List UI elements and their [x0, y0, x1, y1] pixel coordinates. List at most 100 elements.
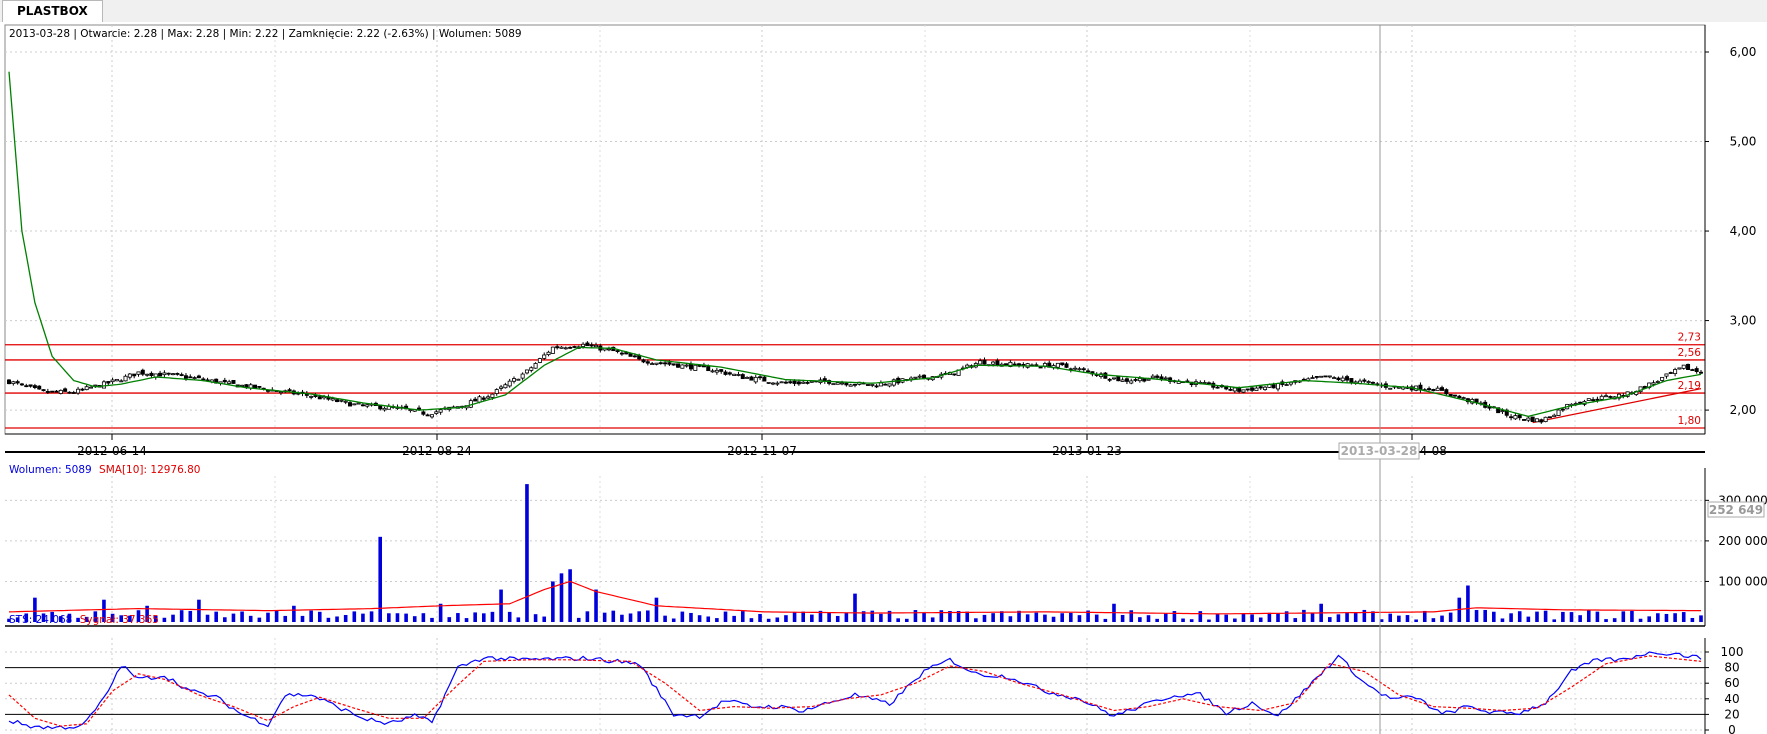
price-tick-label: 4,00	[1730, 224, 1757, 238]
volume-bar	[179, 610, 184, 622]
crosshair-date-label: 2013-03-28	[1341, 444, 1418, 458]
level-label: 1,80	[1678, 415, 1701, 427]
volume-bar	[1060, 613, 1064, 622]
candle-body	[1345, 376, 1350, 381]
volume-bar	[896, 618, 900, 622]
candle-body	[481, 397, 486, 400]
candle-body	[486, 396, 491, 399]
candle-body	[658, 362, 663, 365]
candle-body	[537, 358, 542, 363]
volume-label: Wolumen: 5089	[9, 464, 92, 476]
candle-body	[45, 391, 50, 393]
date-axis: 2012-06-142012-08-242012-11-072013-01-23…	[5, 433, 1705, 458]
tab-plastbox[interactable]: PLASTBOX	[2, 0, 103, 22]
volume-bar	[1250, 614, 1254, 622]
candle-body	[684, 364, 689, 367]
candle-body	[24, 385, 29, 388]
candle-body	[240, 384, 245, 387]
volume-bar	[1561, 611, 1565, 622]
volume-bar	[1535, 611, 1539, 622]
candle-body	[1578, 401, 1583, 404]
candle-body	[710, 370, 715, 373]
candle-body	[1664, 373, 1669, 377]
candle-body	[382, 407, 387, 411]
candle-body	[788, 381, 793, 384]
volume-bar	[1025, 614, 1030, 622]
candle-body	[745, 377, 750, 379]
candle-body	[1081, 368, 1086, 371]
candle-body	[1440, 387, 1445, 391]
candle-body	[1086, 370, 1091, 373]
candle-body	[58, 389, 63, 394]
candle-body	[1124, 378, 1129, 382]
candle-body	[581, 343, 586, 347]
volume-bar	[1241, 613, 1246, 622]
candle-body	[1686, 363, 1691, 371]
candle-body	[1129, 380, 1134, 384]
candle-body	[1673, 369, 1678, 375]
volume-bar	[1224, 614, 1229, 622]
candle-body	[140, 369, 145, 375]
volume-bar	[1638, 618, 1643, 622]
volume-bar	[982, 614, 987, 622]
volume-bar	[1414, 619, 1418, 622]
candle-body	[546, 351, 551, 356]
candle-body	[1077, 368, 1082, 371]
volume-bar	[1621, 611, 1626, 622]
candle-body	[101, 381, 106, 389]
candle-body	[80, 388, 85, 391]
candle-body	[1560, 408, 1565, 411]
candle-body	[1677, 367, 1682, 370]
stock-chart[interactable]: 2,73 2,56 2,19 1,80 6,00 5,00 4,00 3,00 2,00 20…	[0, 22, 1767, 734]
volume-bar	[879, 613, 883, 622]
candle-body	[365, 404, 370, 407]
volume-bar	[1448, 612, 1453, 622]
candle-body	[132, 373, 137, 377]
volume-bar	[792, 612, 797, 622]
candle-body	[1314, 376, 1319, 378]
volume-bar	[646, 610, 650, 622]
candle-body	[619, 352, 624, 355]
candle-body	[952, 373, 957, 376]
candle-body	[503, 384, 508, 389]
candle-body	[222, 379, 227, 383]
candle-body	[1431, 389, 1436, 392]
candle-body	[524, 369, 529, 374]
volume-bar	[473, 612, 477, 622]
candle-body	[1500, 410, 1505, 413]
volume-bar	[576, 617, 581, 622]
sts-tick-label: 100	[1721, 645, 1744, 659]
volume-bar	[1129, 610, 1134, 622]
volume-bar	[1267, 612, 1272, 622]
candle-body	[1556, 409, 1561, 416]
candle-body	[360, 404, 365, 407]
candle-body	[1370, 381, 1375, 384]
volume-bar	[430, 617, 434, 622]
volume-bar	[913, 610, 918, 622]
candle-body	[628, 353, 633, 357]
volume-bar	[689, 612, 693, 622]
candle-body	[615, 350, 620, 352]
candle-body	[1319, 375, 1324, 378]
candle-body	[667, 362, 672, 365]
volume-bar	[1120, 614, 1125, 622]
volume-bar	[1077, 615, 1082, 622]
volume-bar	[1336, 614, 1341, 622]
candle-body	[1509, 416, 1514, 419]
candle-body	[594, 344, 599, 348]
candle-body	[339, 399, 344, 402]
volume-bar	[1526, 616, 1531, 622]
candle-body	[335, 399, 340, 403]
volume-bar	[965, 611, 970, 622]
candle-body	[917, 375, 922, 378]
candle-body	[714, 369, 719, 373]
volume-bar	[1673, 613, 1677, 622]
volume-bar	[663, 615, 667, 622]
candle-body	[1452, 394, 1457, 397]
volume-bar	[162, 617, 167, 622]
candle-body	[727, 372, 732, 375]
candle-body	[343, 400, 348, 403]
volume-bar	[1500, 618, 1505, 622]
volume-bar	[490, 611, 495, 622]
candle-body	[429, 414, 434, 418]
